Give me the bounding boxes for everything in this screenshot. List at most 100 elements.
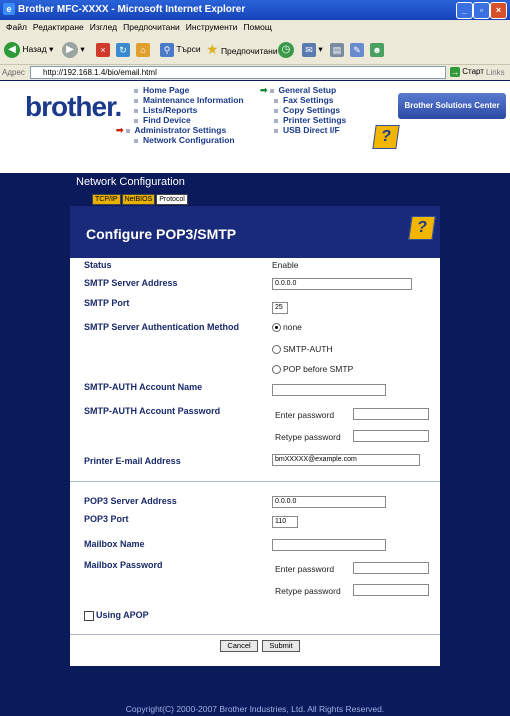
panel-title: Configure POP3/SMTP	[86, 226, 237, 242]
panel-header: Configure POP3/SMTP ?	[70, 206, 440, 258]
radio-icon	[272, 345, 281, 355]
edit-button[interactable]: ✎	[350, 40, 364, 58]
apop-checkbox[interactable]: Using APOP	[84, 610, 149, 621]
window-titlebar: e Brother MFC-XXXX - Microsoft Internet …	[0, 0, 510, 20]
star-icon: ★	[206, 41, 219, 57]
divider	[70, 481, 440, 482]
nav-lists-reports[interactable]: Lists/Reports	[134, 105, 244, 115]
smtp-port-input[interactable]: 25	[272, 302, 288, 314]
stop-button[interactable]: ×	[96, 40, 110, 58]
nav-usb-direct[interactable]: USB Direct I/F	[274, 125, 346, 135]
smtp-retype-password-input[interactable]	[353, 430, 429, 442]
nav-maintenance-information[interactable]: Maintenance Information	[134, 95, 244, 105]
forward-button[interactable]: ▶ ▾	[62, 40, 85, 58]
menu-view[interactable]: Изглед	[90, 22, 117, 32]
smtp-port-label: SMTP Port	[84, 298, 130, 308]
refresh-button[interactable]: ↻	[116, 40, 130, 58]
menu-file[interactable]: Файл	[6, 22, 27, 32]
history-button[interactable]: ◷	[278, 40, 294, 58]
links-button[interactable]: Links	[486, 68, 505, 77]
messenger-button[interactable]: ☻	[370, 40, 384, 58]
tab-tcpip[interactable]: TCP/IP	[92, 194, 121, 205]
edit-icon: ✎	[350, 42, 364, 57]
menu-tools[interactable]: Инструменти	[186, 22, 238, 32]
nav-administrator-settings[interactable]: ➡ Administrator Settings	[116, 125, 244, 135]
messenger-icon: ☻	[370, 42, 384, 57]
nav-network-configuration[interactable]: Network Configuration	[134, 135, 244, 145]
brother-header: brother. Home Page Maintenance Informati…	[0, 81, 510, 173]
auth-option-pop-before-smtp[interactable]: POP before SMTP	[272, 364, 353, 375]
menu-help[interactable]: Помощ	[243, 22, 271, 32]
tab-protocol[interactable]: Protocol	[156, 194, 188, 205]
mailbox-retype-password-label: Retype password	[275, 586, 341, 596]
smtp-retype-password-label: Retype password	[275, 432, 341, 442]
auth-option-smtp-auth[interactable]: SMTP-AUTH	[272, 344, 333, 355]
mailbox-name-input[interactable]	[272, 539, 386, 551]
copyright-footer: Copyright(C) 2000-2007 Brother Industrie…	[125, 704, 385, 714]
nav-printer-settings[interactable]: Printer Settings	[274, 115, 346, 125]
mailbox-retype-password-input[interactable]	[353, 584, 429, 596]
smtp-enter-password-input[interactable]	[353, 408, 429, 420]
nav-home-page[interactable]: Home Page	[134, 85, 244, 95]
radio-icon	[272, 365, 281, 375]
email-label: Printer E-mail Address	[84, 456, 181, 466]
cancel-button[interactable]: Cancel	[220, 640, 258, 652]
mailbox-enter-password-input[interactable]	[353, 562, 429, 574]
print-button[interactable]: ▤	[330, 40, 344, 58]
mail-button[interactable]: ✉ ▾	[302, 40, 323, 58]
smtp-enter-password-label: Enter password	[275, 410, 335, 420]
search-button[interactable]: ⚲ Търси	[160, 40, 201, 58]
arrow-right-icon: ➡	[260, 85, 268, 95]
minimize-button[interactable]: _	[456, 2, 473, 19]
email-input[interactable]: bmXXXXX@example.com	[272, 454, 420, 466]
back-button[interactable]: ◀ Назад ▾	[4, 40, 53, 58]
smtp-password-label: SMTP-AUTH Account Password	[84, 406, 221, 416]
mailbox-enter-password-label: Enter password	[275, 564, 335, 574]
menu-edit[interactable]: Редактиране	[33, 22, 84, 32]
stop-icon: ×	[96, 42, 110, 57]
pop3-port-label: POP3 Port	[84, 514, 129, 524]
favorites-button[interactable]: ★ Предпочитани	[206, 40, 278, 58]
smtp-account-input[interactable]	[272, 384, 386, 396]
go-button[interactable]: → Старт	[450, 67, 484, 77]
address-bar: Адрес http://192.168.1.4/bio/email.html …	[0, 65, 510, 80]
nav-find-device[interactable]: Find Device	[134, 115, 244, 125]
address-input[interactable]: http://192.168.1.4/bio/email.html	[30, 66, 446, 79]
mailbox-password-label: Mailbox Password	[84, 560, 163, 570]
maximize-button[interactable]: ▫	[473, 2, 490, 19]
ie-icon: e	[3, 3, 15, 15]
print-icon: ▤	[330, 42, 344, 57]
smtp-server-input[interactable]: 0.0.0.0	[272, 278, 412, 290]
help-icon[interactable]: ?	[372, 125, 400, 149]
home-button[interactable]: ⌂	[136, 40, 150, 58]
close-button[interactable]: ×	[490, 2, 507, 19]
mailbox-name-label: Mailbox Name	[84, 539, 145, 549]
mail-icon: ✉	[302, 42, 316, 57]
tab-netbios[interactable]: NetBIOS	[121, 194, 156, 205]
submit-button[interactable]: Submit	[262, 640, 300, 652]
divider	[70, 634, 440, 635]
status-label: Status	[84, 260, 112, 270]
pop3-server-label: POP3 Server Address	[84, 496, 177, 506]
pop3-server-input[interactable]: 0.0.0.0	[272, 496, 386, 508]
search-icon: ⚲	[160, 42, 174, 57]
checkbox-icon	[84, 610, 94, 621]
section-tabs: TCP/IP NetBIOS Protocol	[92, 193, 189, 205]
status-value: Enable	[272, 260, 299, 270]
menu-favorites[interactable]: Предпочитани	[123, 22, 180, 32]
pop3-port-input[interactable]: 110	[272, 516, 298, 528]
solutions-center-link[interactable]: Brother Solutions Center	[398, 93, 506, 119]
address-label: Адрес	[2, 68, 25, 77]
help-icon[interactable]: ?	[408, 216, 436, 240]
nav-copy-settings[interactable]: Copy Settings	[274, 105, 346, 115]
go-arrow-icon: →	[450, 67, 460, 77]
arrow-right-icon: ➡	[116, 125, 124, 135]
history-icon: ◷	[278, 41, 294, 58]
section-title: Network Configuration	[76, 176, 185, 188]
auth-option-none[interactable]: none	[272, 322, 302, 333]
nav-left: Home Page Maintenance Information Lists/…	[116, 85, 244, 145]
window-title: Brother MFC-XXXX - Microsoft Internet Ex…	[18, 4, 246, 15]
nav-fax-settings[interactable]: Fax Settings	[274, 95, 346, 105]
nav-general-setup[interactable]: ➡ General Setup	[260, 85, 346, 95]
toolbar: ◀ Назад ▾ ▶ ▾ × ↻ ⌂ ⚲ Търси ★ Предпочита…	[0, 34, 510, 65]
